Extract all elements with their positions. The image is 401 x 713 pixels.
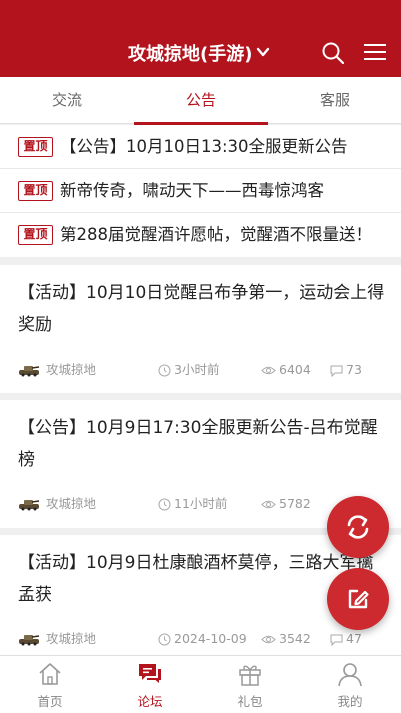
chevron-down-icon[interactable]	[256, 45, 270, 59]
compose-button[interactable]	[327, 568, 389, 630]
post-time-text: 2024-10-09	[174, 631, 247, 646]
nav-home[interactable]: 首页	[0, 656, 100, 713]
post-author[interactable]: 攻城掠地	[46, 360, 96, 380]
tab-customer-service[interactable]: 客服	[268, 77, 401, 124]
author-avatar-icon	[19, 635, 40, 646]
post-time: 11小时前	[158, 494, 227, 514]
header-title[interactable]: 攻城掠地(手游)	[128, 40, 252, 66]
clock-icon	[158, 633, 171, 646]
compose-icon	[348, 589, 369, 609]
pinned-post[interactable]: 置顶 【公告】10月10日13:30全服更新公告	[0, 125, 401, 169]
post-time: 2024-10-09	[158, 629, 247, 649]
refresh-icon	[347, 515, 369, 539]
clock-icon	[158, 364, 171, 377]
nav-profile[interactable]: 我的	[300, 656, 400, 713]
author-avatar-icon	[19, 500, 40, 511]
pinned-badge: 置顶	[18, 137, 53, 157]
nav-label: 论坛	[137, 694, 163, 709]
user-icon	[338, 663, 362, 687]
home-icon	[39, 663, 61, 685]
post-time-text: 3小时前	[174, 362, 220, 377]
eye-icon	[261, 366, 276, 375]
tab-exchange[interactable]: 交流	[0, 77, 134, 124]
pinned-badge: 置顶	[18, 225, 53, 245]
post-views-count: 6404	[279, 362, 311, 377]
refresh-button[interactable]	[327, 496, 389, 558]
menu-icon[interactable]	[362, 42, 388, 62]
eye-icon	[261, 500, 276, 509]
pinned-badge: 置顶	[18, 181, 53, 201]
post-meta: 攻城掠地 2024-10-09 3542 47	[0, 629, 401, 649]
post-comments-count: 73	[346, 362, 362, 377]
tab-announcements[interactable]: 公告	[134, 77, 268, 125]
post-comments[interactable]: 73	[330, 360, 362, 380]
pinned-post[interactable]: 置顶 新帝传奇，啸动天下——西毒惊鸿客	[0, 169, 401, 213]
post-title: 【活动】10月10日觉醒吕布争第一，运动会上得奖励	[18, 283, 385, 335]
pinned-post-title: 第288届觉醒酒许愿帖，觉醒酒不限量送！	[60, 225, 372, 244]
post-title: 【公告】10月9日17:30全服更新公告-吕布觉醒榜	[18, 418, 378, 470]
post-views-count: 5782	[279, 496, 311, 511]
comment-icon	[330, 365, 343, 377]
tab-label: 公告	[185, 91, 216, 109]
post-author[interactable]: 攻城掠地	[46, 629, 96, 649]
post-time: 3小时前	[158, 360, 219, 380]
nav-label: 首页	[37, 694, 63, 709]
app-header: 攻城掠地(手游)	[0, 0, 401, 77]
post-time-text: 11小时前	[174, 496, 228, 511]
search-icon[interactable]	[321, 41, 345, 65]
gift-icon	[239, 665, 261, 686]
post-meta: 攻城掠地 3小时前 6404 73	[0, 360, 401, 380]
nav-label: 礼包	[237, 694, 263, 709]
post-views: 5782	[261, 494, 311, 514]
pinned-post-title: 【公告】10月10日13:30全服更新公告	[60, 137, 348, 156]
post-comments[interactable]: 47	[330, 629, 362, 649]
forum-icon	[139, 664, 161, 683]
clock-icon	[158, 498, 171, 511]
post-views: 6404	[261, 360, 311, 380]
nav-forum[interactable]: 论坛	[100, 656, 200, 713]
post-card[interactable]: 【活动】10月10日觉醒吕布争第一，运动会上得奖励 攻城掠地 3小时前 6404…	[0, 265, 401, 393]
author-avatar-icon	[19, 366, 40, 377]
post-views: 3542	[261, 629, 311, 649]
post-author[interactable]: 攻城掠地	[46, 494, 96, 514]
bottom-nav: 首页 论坛 礼包 我的	[0, 655, 401, 713]
pinned-post-title: 新帝传奇，啸动天下——西毒惊鸿客	[60, 181, 324, 200]
nav-label: 我的	[337, 694, 363, 709]
comment-icon	[330, 634, 343, 646]
nav-gift[interactable]: 礼包	[200, 656, 300, 713]
post-views-count: 3542	[279, 631, 311, 646]
pinned-post[interactable]: 置顶 第288届觉醒酒许愿帖，觉醒酒不限量送！	[0, 213, 401, 257]
tab-bar: 交流 公告 客服	[0, 77, 401, 125]
post-comments-count: 47	[346, 631, 362, 646]
eye-icon	[261, 635, 276, 644]
